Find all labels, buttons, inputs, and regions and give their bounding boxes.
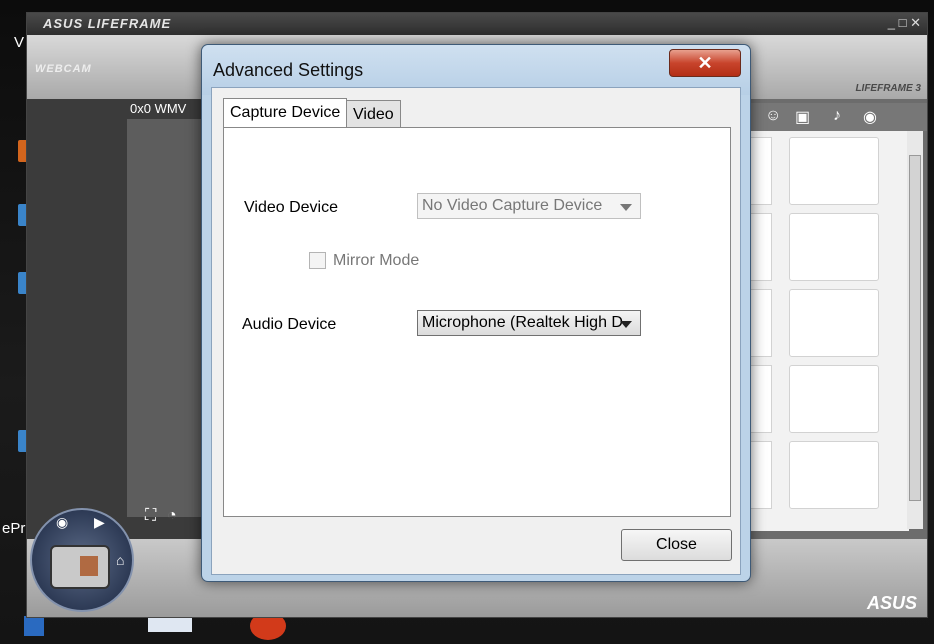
thumbnail[interactable] <box>751 137 772 205</box>
preview-area <box>127 119 203 517</box>
effects-icon[interactable]: ▣ <box>795 107 810 127</box>
chevron-down-icon <box>620 321 632 328</box>
dialog-title: Advanced Settings <box>213 60 364 80</box>
timer-icon[interactable]: ◔ <box>167 507 177 525</box>
close-button[interactable]: Close <box>621 529 732 561</box>
thumbnail[interactable] <box>751 365 772 433</box>
mirror-mode-label: Mirror Mode <box>333 252 420 269</box>
eye-icon[interactable]: ◉ <box>56 514 68 531</box>
audio-device-select[interactable]: Microphone (Realtek High D <box>417 310 641 336</box>
app-title: ASUS LIFEFRAME <box>43 16 172 31</box>
thumbnail[interactable] <box>751 441 772 509</box>
webcam-label: WEBCAM <box>35 63 92 75</box>
close-icon[interactable]: ✕ <box>669 49 741 77</box>
scrollbar-thumb[interactable] <box>909 155 921 501</box>
camera-snap-icon[interactable]: ⌂ <box>116 552 124 568</box>
video-device-value: No Video Capture Device <box>422 197 603 214</box>
snapshot-icon[interactable]: ⛶ <box>145 507 156 525</box>
window-controls[interactable]: _ □ ✕ <box>888 15 921 31</box>
video-device-label: Video Device <box>244 199 338 216</box>
tab-video[interactable]: Video <box>346 100 401 127</box>
desktop-icon-label: V <box>14 34 25 51</box>
desktop-icon-label: ePr <box>2 520 26 537</box>
photo-thumbnail <box>80 556 98 576</box>
thumbnail[interactable] <box>789 289 879 357</box>
thumbnail[interactable] <box>751 213 772 281</box>
thumbnail[interactable] <box>789 137 879 205</box>
microphone-icon[interactable]: ♪ <box>833 107 841 125</box>
thumbnail[interactable] <box>789 213 879 281</box>
audio-device-value: Microphone (Realtek High D <box>422 314 623 331</box>
thumbnail[interactable] <box>789 365 879 433</box>
tab-capture-device[interactable]: Capture Device <box>223 98 348 128</box>
thumbnail[interactable] <box>789 441 879 509</box>
face-icon[interactable]: ☺ <box>765 107 781 125</box>
audio-device-label: Audio Device <box>242 316 337 333</box>
mirror-mode-checkbox[interactable] <box>309 252 326 269</box>
resolution-label: 0x0 WMV <box>130 101 187 116</box>
lifeframe-logo: LIFEFRAME 3 <box>855 83 921 94</box>
asus-logo: ASUS <box>866 593 917 613</box>
advanced-settings-dialog: Advanced Settings ✕ Capture Device Video… <box>201 44 751 582</box>
play-icon[interactable]: ▶ <box>94 514 105 531</box>
video-device-select[interactable]: No Video Capture Device <box>417 193 641 219</box>
shortcut-icon[interactable] <box>24 616 44 636</box>
eye-icon[interactable]: ◉ <box>863 107 877 127</box>
chevron-down-icon <box>620 204 632 211</box>
thumbnail[interactable] <box>751 289 772 357</box>
